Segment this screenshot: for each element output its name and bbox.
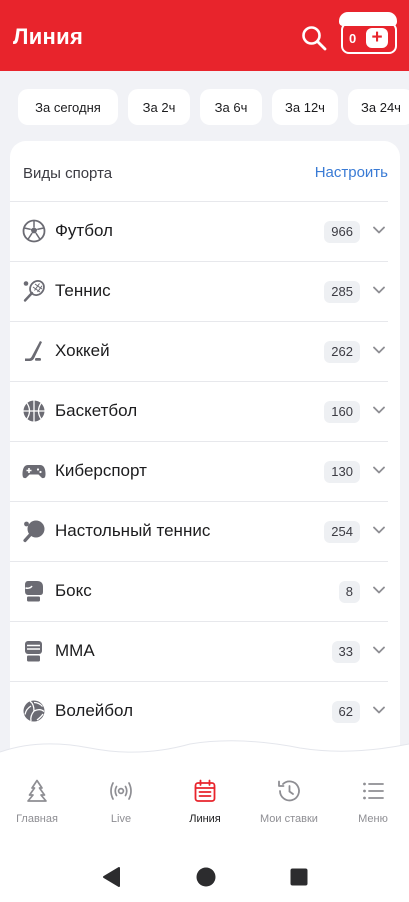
chevron-down-icon — [373, 286, 385, 294]
mma-glove-icon — [22, 639, 46, 663]
filter-chip-24h[interactable]: За 24ч — [348, 89, 409, 125]
section-title: Виды спорта — [23, 165, 113, 182]
divider — [10, 681, 388, 682]
system-navigation-bar — [0, 850, 409, 902]
event-count-badge: 254 — [324, 521, 360, 543]
sport-name: Футбол — [55, 221, 113, 240]
chevron-down-icon — [373, 706, 385, 714]
nav-label: Live — [110, 813, 132, 825]
nav-home[interactable]: Главная — [0, 778, 77, 838]
gamepad-icon — [22, 459, 46, 483]
chevron-down-icon — [373, 346, 385, 354]
volleyball-icon — [22, 699, 46, 723]
sport-name: Теннис — [55, 281, 111, 300]
sport-row-football[interactable]: Футбол 966 — [10, 201, 400, 261]
time-filter-bar: За сегодня За 2ч За 6ч За 12ч За 24ч — [0, 71, 409, 139]
divider — [10, 501, 388, 502]
filter-chip-today[interactable]: За сегодня — [18, 89, 118, 125]
chevron-down-icon — [373, 646, 385, 654]
sport-row-boxing[interactable]: Бокс 8 — [10, 561, 400, 621]
sports-list-card: Виды спорта Настроить Футбол 966 Теннис … — [10, 141, 400, 781]
home-circle-icon[interactable] — [195, 866, 217, 888]
sport-row-tennis[interactable]: Теннис 285 — [10, 261, 400, 321]
nav-my-bets[interactable]: Мои ставки — [249, 778, 329, 838]
sport-name: Киберспорт — [55, 461, 147, 480]
sport-name: Баскетбол — [55, 401, 138, 420]
sport-row-mma[interactable]: ММА 33 — [10, 621, 400, 681]
sport-name: ММА — [55, 641, 95, 660]
nav-line[interactable]: Линия — [165, 778, 245, 838]
top-app-bar: Линия 0 + — [0, 0, 409, 71]
nav-label: Меню — [358, 813, 388, 825]
calendar-icon — [194, 779, 216, 802]
basketball-icon — [22, 399, 46, 423]
event-count-badge: 130 — [324, 461, 360, 483]
nav-label: Линия — [189, 813, 221, 825]
chevron-down-icon — [373, 526, 385, 534]
menu-list-icon — [363, 782, 384, 800]
sport-row-volleyball[interactable]: Волейбол 62 — [10, 681, 400, 741]
event-count-badge: 160 — [324, 401, 360, 423]
boxing-glove-icon — [22, 579, 46, 603]
divider — [10, 261, 388, 262]
filter-chip-2h[interactable]: За 2ч — [128, 89, 190, 125]
nav-label: Мои ставки — [260, 813, 318, 825]
search-icon[interactable] — [300, 24, 328, 52]
chevron-down-icon — [373, 406, 385, 414]
back-icon[interactable] — [101, 866, 121, 888]
divider — [10, 321, 388, 322]
home-tree-icon — [27, 779, 47, 802]
sport-row-table-tennis[interactable]: Настольный теннис 254 — [10, 501, 400, 561]
divider — [10, 381, 388, 382]
sport-name: Настольный теннис — [55, 521, 211, 540]
event-count-badge: 33 — [331, 641, 360, 663]
sport-name: Бокс — [55, 581, 92, 600]
bet-slip-count: 0 — [349, 31, 357, 46]
live-broadcast-icon — [110, 782, 132, 800]
history-icon — [278, 780, 300, 802]
nav-label: Главная — [16, 813, 58, 825]
recents-square-icon[interactable] — [289, 867, 309, 887]
chevron-down-icon — [373, 226, 385, 234]
divider — [10, 561, 388, 562]
sport-name: Хоккей — [55, 341, 110, 360]
hockey-stick-icon — [22, 339, 46, 363]
page-title: Линия — [13, 24, 84, 49]
nav-live[interactable]: Live — [81, 778, 161, 838]
soccer-ball-icon — [22, 219, 46, 243]
customize-link[interactable]: Настроить — [315, 164, 388, 181]
chevron-down-icon — [373, 466, 385, 474]
filter-chip-6h[interactable]: За 6ч — [200, 89, 262, 125]
snow-cap-decoration — [339, 12, 397, 26]
sport-row-basketball[interactable]: Баскетбол 160 — [10, 381, 400, 441]
sport-row-esports[interactable]: Киберспорт 130 — [10, 441, 400, 501]
event-count-badge: 8 — [338, 581, 360, 603]
table-tennis-icon — [22, 519, 46, 543]
divider — [10, 201, 388, 202]
nav-menu[interactable]: Меню — [333, 778, 409, 838]
chevron-down-icon — [373, 586, 385, 594]
bottom-navigation: Главная Live Линия Мои ставки Меню — [0, 760, 409, 850]
filter-chip-12h[interactable]: За 12ч — [272, 89, 338, 125]
event-count-badge: 966 — [324, 221, 360, 243]
divider — [10, 621, 388, 622]
divider — [10, 441, 388, 442]
bet-slip-button[interactable]: 0 + — [339, 12, 397, 54]
sports-list-header: Виды спорта Настроить — [10, 141, 400, 201]
tennis-racket-icon — [22, 279, 46, 303]
sport-row-hockey[interactable]: Хоккей 262 — [10, 321, 400, 381]
event-count-badge: 262 — [324, 341, 360, 363]
sport-name: Волейбол — [55, 701, 134, 720]
plus-icon: + — [366, 28, 388, 48]
event-count-badge: 285 — [324, 281, 360, 303]
event-count-badge: 62 — [331, 701, 360, 723]
